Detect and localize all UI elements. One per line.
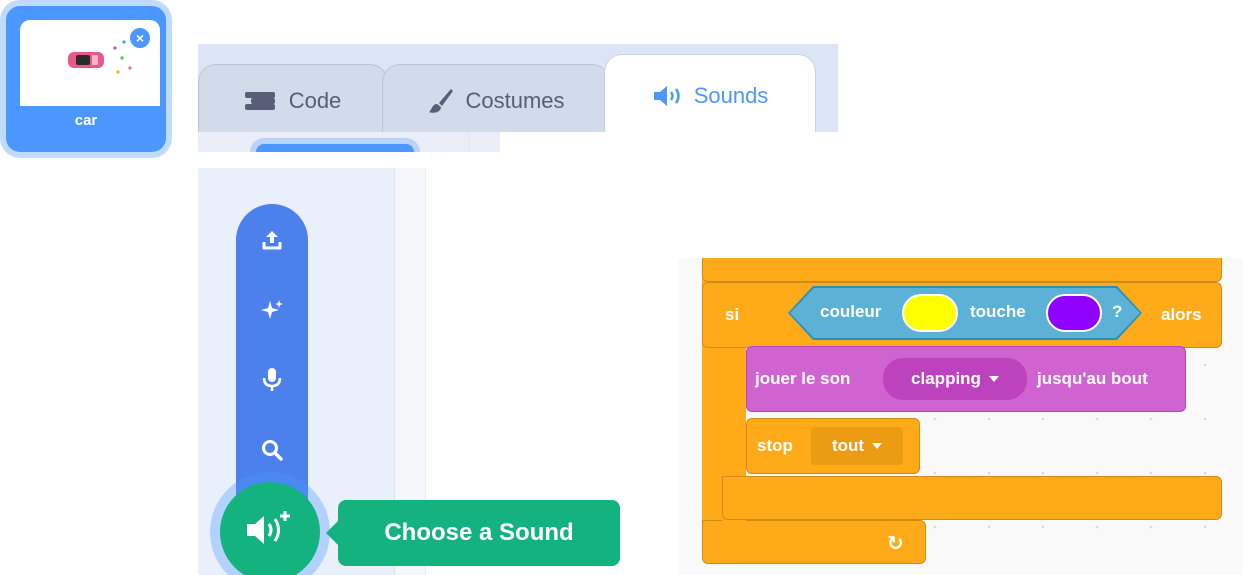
upload-icon <box>261 229 283 256</box>
tab-code[interactable]: Code <box>198 64 388 136</box>
color-keyword: couleur <box>820 302 882 321</box>
if-keyword: si <box>725 305 740 324</box>
speaker-icon <box>652 85 684 107</box>
record-sound-button[interactable] <box>236 360 308 404</box>
sparkle-icon <box>260 298 284 327</box>
panel-divider <box>468 132 501 152</box>
selected-sound-item[interactable] <box>256 144 414 152</box>
brush-icon <box>427 87 455 115</box>
color-swatch-1[interactable] <box>902 294 958 332</box>
search-sound-button[interactable] <box>236 430 308 474</box>
search-icon <box>261 439 283 466</box>
then-keyword: alors <box>1161 305 1202 324</box>
forever-block-foot[interactable]: ↻ <box>702 520 926 564</box>
sprite-name-label: car <box>74 112 98 129</box>
surprise-sound-button[interactable] <box>236 290 308 334</box>
loop-arrow-icon: ↻ <box>887 533 904 555</box>
tab-sounds-label: Sounds <box>693 82 769 108</box>
question-mark: ? <box>1112 302 1123 321</box>
touching-keyword: touche <box>970 302 1026 321</box>
sprite-tile-car[interactable]: × car <box>6 6 166 152</box>
sound-name: clapping <box>911 369 981 388</box>
chevron-down-icon <box>872 443 883 449</box>
microphone-icon <box>262 367 282 398</box>
stop-option: tout <box>831 436 865 455</box>
stop-keyword: stop <box>757 436 793 455</box>
chevron-down-icon <box>988 376 999 382</box>
script-area[interactable]: ↻ si alors couleur touche ? jouer le son… <box>678 258 1243 575</box>
if-block-bottom[interactable] <box>722 476 1222 520</box>
code-icon <box>244 91 279 110</box>
color-touching-color-block[interactable]: couleur touche ? <box>790 288 1140 338</box>
color-swatch-2[interactable] <box>1046 294 1102 332</box>
stop-block[interactable]: stop tout <box>746 418 920 474</box>
choose-sound-tooltip: Choose a Sound <box>338 500 620 566</box>
until-done-keyword: jusqu'au bout <box>1037 369 1148 388</box>
speaker-add-icon <box>245 508 295 557</box>
delete-sprite-button[interactable]: × <box>128 26 152 50</box>
tab-sounds[interactable]: Sounds <box>604 54 816 136</box>
editor-tabs-bar: Code Costumes Sounds <box>198 44 838 152</box>
tab-code-label: Code <box>288 87 342 113</box>
editor-area <box>500 132 838 152</box>
tab-costumes[interactable]: Costumes <box>382 64 610 136</box>
play-sound-until-done-block[interactable]: jouer le son clapping jusqu'au bout <box>746 346 1186 412</box>
sound-menu-dropdown[interactable]: clapping <box>883 358 1027 400</box>
upload-sound-button[interactable] <box>236 220 308 264</box>
play-sound-keyword: jouer le son <box>755 369 851 388</box>
choose-sound-button[interactable] <box>220 482 320 575</box>
forever-block-top[interactable] <box>702 258 1222 282</box>
stop-option-dropdown[interactable]: tout <box>811 427 903 465</box>
close-icon: × <box>135 30 145 46</box>
tab-costumes-label: Costumes <box>465 87 565 113</box>
